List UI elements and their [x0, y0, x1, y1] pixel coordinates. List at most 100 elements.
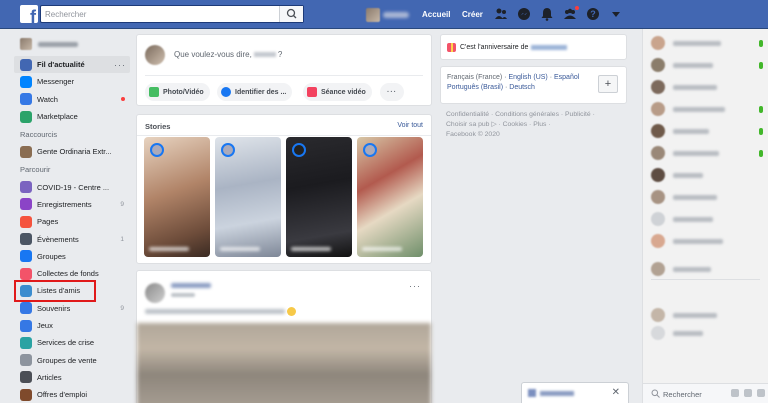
avatar	[528, 389, 536, 397]
chat-contact-name-blurred	[673, 216, 713, 222]
search-button[interactable]	[279, 6, 303, 22]
photo-video-button[interactable]: Photo/Vidéo	[145, 83, 210, 101]
sidebar-item-souvenirs[interactable]: Souvenirs 9	[14, 300, 130, 317]
language-link-english[interactable]: English (US)	[508, 74, 547, 81]
new-group-icon[interactable]	[744, 389, 752, 397]
chat-contact[interactable]	[651, 167, 763, 183]
online-status-indicator	[759, 149, 763, 157]
search-input[interactable]	[41, 6, 271, 22]
bookmark-icon	[20, 198, 32, 211]
chat-contact[interactable]	[651, 261, 763, 277]
profile-name-blurred	[383, 12, 409, 18]
sidebar-item-jeux[interactable]: Jeux	[14, 317, 130, 334]
create-link[interactable]: Créer	[462, 10, 483, 19]
chat-divider	[651, 279, 760, 280]
post-author-blurred[interactable]	[171, 283, 211, 288]
facebook-logo-icon[interactable]: f	[20, 5, 38, 26]
chat-contact[interactable]	[651, 307, 763, 323]
sidebar-item-fil-d-actualite[interactable]: Fil d'actualité ···	[14, 56, 130, 74]
avatar[interactable]	[145, 283, 165, 303]
composer-prompt[interactable]: Que voulez-vous dire,?	[174, 50, 282, 59]
sidebar-item-articles[interactable]: Articles	[14, 369, 130, 386]
avatar	[651, 212, 665, 226]
profile-name-blurred	[38, 41, 78, 47]
language-link-portuguese[interactable]: Português (Brasil)	[447, 84, 503, 91]
sidebar-item-groupes[interactable]: Groupes	[14, 248, 130, 265]
sidebar-item-label: Groupes	[37, 251, 66, 261]
post-timestamp-blurred[interactable]	[171, 293, 195, 297]
groups-shortcut-icon[interactable]	[563, 5, 580, 21]
sidebar-item-label: Services de crise	[37, 338, 95, 348]
notifications-icon[interactable]	[540, 7, 556, 21]
chat-contact[interactable]	[651, 325, 763, 341]
sidebar-profile[interactable]	[14, 36, 130, 52]
tag-friends-button[interactable]: Identifier des ...	[217, 83, 293, 101]
story-avatar	[292, 143, 306, 157]
home-link[interactable]: Accueil	[422, 10, 450, 19]
sidebar-item-covid-19-centre[interactable]: COVID-19 - Centre ...	[14, 178, 130, 195]
footer-links-line1[interactable]: Confidentialité · Conditions générales ·…	[446, 110, 626, 120]
language-link-spanish[interactable]: Español	[554, 74, 579, 81]
footer-links-line2[interactable]: Choisir sa pub ▷ · Cookies · Plus ·	[446, 120, 626, 130]
story-card[interactable]	[215, 137, 281, 257]
chat-contact-name-blurred	[673, 266, 711, 272]
chat-contact[interactable]	[651, 101, 763, 117]
birthday-card[interactable]: C'est l'anniversaire de	[440, 34, 627, 60]
story-card[interactable]	[144, 137, 210, 257]
chat-contact[interactable]	[651, 145, 763, 161]
birthday-reminder: C'est l'anniversaire de	[447, 43, 568, 52]
profile-shortcut[interactable]	[366, 8, 409, 22]
watch-icon	[20, 93, 32, 106]
chat-contact[interactable]	[651, 79, 763, 95]
sidebar-item-messenger[interactable]: Messenger	[14, 73, 130, 90]
sidebar-item-gente-ordinaria-extr[interactable]: Gente Ordinaria Extr...	[14, 143, 130, 160]
chat-contact-name-blurred	[673, 106, 725, 112]
story-card[interactable]	[357, 137, 423, 257]
account-menu-chevron-icon[interactable]	[609, 7, 625, 21]
chat-contact[interactable]	[651, 189, 763, 205]
chat-contact[interactable]	[651, 211, 763, 227]
post-options-button[interactable]: ···	[409, 281, 421, 291]
new-message-icon[interactable]	[731, 389, 739, 397]
gear-icon[interactable]	[757, 389, 765, 397]
post-photo[interactable]	[137, 323, 431, 403]
chat-contact[interactable]	[651, 123, 763, 139]
explore-heading: Parcourir	[20, 165, 51, 175]
chat-contact[interactable]	[651, 233, 763, 249]
sidebar-item-label: Évènements	[37, 234, 79, 244]
story-card[interactable]	[286, 137, 352, 257]
sidebar-item-label: Watch	[37, 94, 58, 104]
composer-more-button[interactable]: ···	[380, 83, 404, 101]
sidebar-item-evenements[interactable]: Évènements 1	[14, 230, 130, 247]
minimized-chat-tab[interactable]: ✕	[521, 382, 629, 403]
video-room-button[interactable]: Séance vidéo	[303, 83, 372, 101]
emoji-icon	[287, 307, 296, 316]
help-icon[interactable]: ?	[586, 7, 602, 21]
online-status-indicator	[759, 39, 763, 47]
covid-shield-icon	[20, 181, 32, 194]
sidebar-item-marketplace[interactable]: Marketplace	[14, 108, 130, 125]
sidebar-item-groupes-de-vente[interactable]: Groupes de vente	[14, 351, 130, 368]
video-room-icon	[307, 87, 317, 97]
messenger-icon[interactable]	[517, 7, 533, 21]
add-language-button[interactable]: +	[598, 75, 618, 93]
chat-search-bar[interactable]: Rechercher	[643, 383, 768, 403]
chat-contact-name-blurred	[673, 330, 703, 336]
chat-search-label: Rechercher	[663, 390, 702, 399]
sidebar-item-enregistrements[interactable]: Enregistrements 9	[14, 196, 130, 213]
chat-contact[interactable]	[651, 57, 763, 73]
friend-requests-icon[interactable]	[494, 7, 510, 21]
more-options-button[interactable]: ···	[114, 60, 126, 70]
close-icon[interactable]: ✕	[612, 387, 620, 398]
sidebar-item-pages[interactable]: Pages	[14, 213, 130, 230]
chat-contact[interactable]	[651, 35, 763, 51]
search-box[interactable]	[40, 5, 304, 23]
sidebar-item-offres-d-emploi[interactable]: Offres d'emploi	[14, 386, 130, 403]
see-all-stories-link[interactable]: Voir tout	[397, 122, 423, 129]
sidebar-item-watch[interactable]: Watch	[14, 91, 130, 108]
top-icon-group: ?	[494, 5, 625, 21]
sidebar-item-services-de-crise[interactable]: Services de crise	[14, 334, 130, 351]
svg-text:?: ?	[590, 9, 596, 19]
language-link-german[interactable]: Deutsch	[509, 84, 535, 91]
photo-video-label: Photo/Vidéo	[163, 88, 204, 96]
